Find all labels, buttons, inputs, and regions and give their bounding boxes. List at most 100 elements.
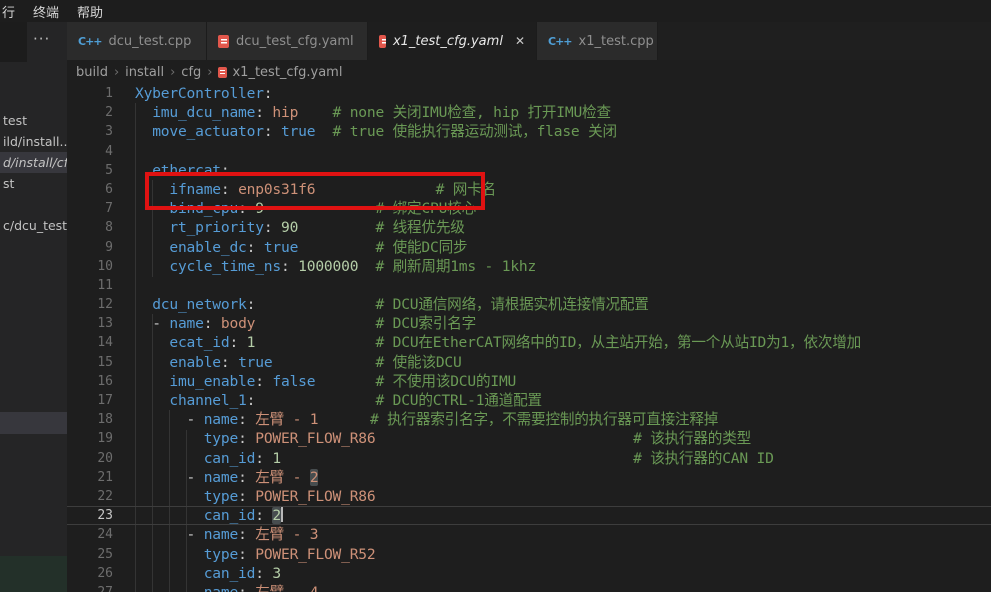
chevron-right-icon: › — [114, 65, 119, 80]
breadcrumb: build › install › cfg › x1_test_cfg.yaml — [67, 60, 991, 84]
tab-bar: C++ dcu_test.cpp dcu_test_cfg.yaml x1_test_… — [67, 22, 991, 60]
code-line[interactable]: 12 dcu_network: # DCU通信网络，请根据实机连接情况配置 — [67, 295, 991, 314]
code-line[interactable]: 10 cycle_time_ns: 1000000 # 刷新周期1ms - 1k… — [67, 257, 991, 276]
code-line[interactable]: 23 can_id: 2 — [67, 506, 991, 525]
line-number: 6 — [67, 180, 113, 199]
sidebar-bottom-panel — [0, 556, 67, 592]
code-line[interactable]: 11 — [67, 276, 991, 295]
line-number: 27 — [67, 583, 113, 592]
code-line[interactable]: 20 can_id: 1 # 该执行器的CAN ID — [67, 449, 991, 468]
code-text: type: POWER_FLOW_R86 — [135, 487, 375, 506]
line-number: 16 — [67, 372, 113, 391]
code-line[interactable]: 27 - name: 左臂 - 4 — [67, 583, 991, 592]
code-line[interactable]: 26 can_id: 3 — [67, 564, 991, 583]
code-line[interactable]: 16 imu_enable: false # 不使用该DCU的IMU — [67, 372, 991, 391]
code-text: imu_dcu_name: hip # none 关闭IMU检查, hip 打开… — [135, 103, 611, 122]
close-icon[interactable]: ✕ — [515, 34, 525, 48]
line-number: 26 — [67, 564, 113, 583]
code-line[interactable]: 24 - name: 左臂 - 3 — [67, 525, 991, 544]
sidebar-item[interactable]: d/install/cfg — [0, 152, 67, 173]
code-line[interactable]: 13 - name: body # DCU索引名字 — [67, 314, 991, 333]
sidebar-selected-row[interactable] — [0, 412, 67, 434]
code-line[interactable]: 17 channel_1: # DCU的CTRL-1通道配置 — [67, 391, 991, 410]
menu-item[interactable]: 帮助 — [68, 2, 112, 21]
line-number: 7 — [67, 199, 113, 218]
line-number: 23 — [67, 506, 113, 525]
code-text: can_id: 1 # 该执行器的CAN ID — [135, 449, 774, 468]
cpp-file-icon: C++ — [78, 35, 102, 48]
text-cursor — [281, 507, 283, 522]
sidebar-item[interactable]: c/dcu_test... — [0, 215, 67, 236]
code-line[interactable]: 6 ifname: enp0s31f6 # 网卡名 — [67, 180, 991, 199]
line-number: 3 — [67, 122, 113, 141]
breadcrumb-segment[interactable]: build — [76, 65, 108, 80]
sidebar-panel: ··· testild/install...d/install/cfgst c/d… — [0, 22, 67, 592]
line-number: 17 — [67, 391, 113, 410]
code-line[interactable]: 3 move_actuator: true # true 使能执行器运动测试，f… — [67, 122, 991, 141]
code-text: - name: 左臂 - 4 — [135, 583, 318, 592]
code-line[interactable]: 9 enable_dc: true # 使能DC同步 — [67, 238, 991, 257]
code-text: - name: 左臂 - 3 — [135, 525, 318, 544]
code-text: imu_enable: false # 不使用该DCU的IMU — [135, 372, 516, 391]
line-number: 25 — [67, 545, 113, 564]
line-number: 19 — [67, 429, 113, 448]
code-line[interactable]: 1XyberController: — [67, 84, 991, 103]
code-line[interactable]: 21 - name: 左臂 - 2 — [67, 468, 991, 487]
breadcrumb-file[interactable]: x1_test_cfg.yaml — [232, 65, 342, 80]
line-number: 21 — [67, 468, 113, 487]
code-text: type: POWER_FLOW_R86 # 该执行器的类型 — [135, 429, 751, 448]
menu-item[interactable]: 行 — [0, 2, 24, 21]
code-text: type: POWER_FLOW_R52 — [135, 545, 375, 564]
editor-area[interactable]: build › install › cfg › x1_test_cfg.yaml 1Xybe… — [67, 60, 991, 592]
cpp-file-icon: C++ — [548, 35, 572, 48]
code-line[interactable]: 7 bind_cpu: 9 # 绑定CPU核心 — [67, 199, 991, 218]
chevron-right-icon: › — [170, 65, 175, 80]
line-number: 20 — [67, 449, 113, 468]
yaml-file-icon — [379, 35, 386, 48]
code-line[interactable]: 14 ecat_id: 1 # DCU在EtherCAT网络中的ID，从主站开始… — [67, 333, 991, 352]
chevron-right-icon: › — [207, 65, 212, 80]
code-line[interactable]: 19 type: POWER_FLOW_R86 # 该执行器的类型 — [67, 429, 991, 448]
breadcrumb-segment[interactable]: cfg — [181, 65, 201, 80]
code-text: - name: 左臂 - 1 # 执行器索引名字，不需要控制的执行器可直接注释掉 — [135, 410, 718, 429]
sidebar-corner — [0, 22, 27, 62]
code-line[interactable]: 4 — [67, 142, 991, 161]
more-actions-icon[interactable]: ··· — [33, 30, 50, 48]
code-text: move_actuator: true # true 使能执行器运动测试，fla… — [135, 122, 617, 141]
sidebar-item[interactable]: st — [0, 173, 67, 194]
line-number: 15 — [67, 353, 113, 372]
line-number: 2 — [67, 103, 113, 122]
line-number: 11 — [67, 276, 113, 295]
code-line[interactable]: 25 type: POWER_FLOW_R52 — [67, 545, 991, 564]
sidebar-item[interactable]: ild/install... — [0, 131, 67, 152]
code-line[interactable]: 2 imu_dcu_name: hip # none 关闭IMU检查, hip … — [67, 103, 991, 122]
menu-item[interactable]: 终端 — [24, 2, 68, 21]
tab-x1_test_cfg.yaml[interactable]: x1_test_cfg.yaml✕ — [368, 22, 537, 60]
tab-dcu_test_cfg.yaml[interactable]: dcu_test_cfg.yaml — [207, 22, 368, 60]
code-line[interactable]: 15 enable: true # 使能该DCU — [67, 353, 991, 372]
sidebar-item[interactable]: test — [0, 110, 67, 131]
line-number: 13 — [67, 314, 113, 333]
line-number: 24 — [67, 525, 113, 544]
menu-bar: 行终端帮助 — [0, 0, 991, 22]
line-number: 14 — [67, 333, 113, 352]
line-number: 5 — [67, 161, 113, 180]
code-line[interactable]: 22 type: POWER_FLOW_R86 — [67, 487, 991, 506]
tab-label: x1_test.cpp — [579, 34, 654, 49]
code-text: ecat_id: 1 # DCU在EtherCAT网络中的ID，从主站开始，第一… — [135, 333, 861, 352]
code-line[interactable]: 18 - name: 左臂 - 1 # 执行器索引名字，不需要控制的执行器可直接… — [67, 410, 991, 429]
breadcrumb-segment[interactable]: install — [125, 65, 164, 80]
tab-x1_test.cpp[interactable]: C++ x1_test.cpp — [537, 22, 658, 60]
line-number: 4 — [67, 142, 113, 161]
tab-dcu_test.cpp[interactable]: C++ dcu_test.cpp — [67, 22, 207, 60]
code-line[interactable]: 8 rt_priority: 90 # 线程优先级 — [67, 218, 991, 237]
code-text: ethercat: — [135, 161, 229, 180]
line-number: 10 — [67, 257, 113, 276]
yaml-file-icon — [218, 67, 227, 78]
code-text: can_id: 3 — [135, 564, 281, 583]
tab-label: dcu_test_cfg.yaml — [236, 34, 354, 49]
tab-label: dcu_test.cpp — [109, 34, 192, 49]
line-number: 18 — [67, 410, 113, 429]
code-line[interactable]: 5 ethercat: — [67, 161, 991, 180]
line-number: 1 — [67, 84, 113, 103]
